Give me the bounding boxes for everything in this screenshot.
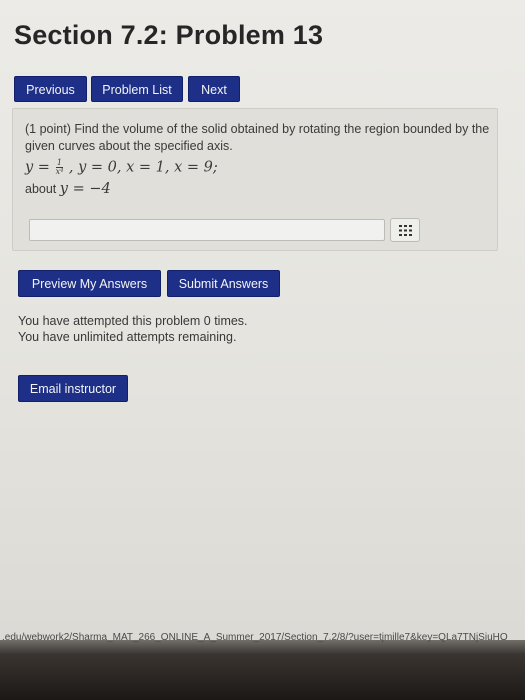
status-url: .edu/webwork2/Sharma_MAT_266_ONLINE_A_Su…: [2, 632, 508, 643]
equation-rest: , y = 0, x = 1, x = 9;: [68, 159, 218, 176]
page-title: Section 7.2: Problem 13: [14, 20, 324, 50]
fraction-denominator: x⁴: [55, 167, 64, 176]
answer-input[interactable]: [29, 219, 385, 241]
attempts-count: You have attempted this problem 0 times.: [18, 314, 248, 328]
email-instructor-button[interactable]: Email instructor: [18, 375, 128, 402]
problem-panel: (1 point) Find the volume of the solid o…: [12, 108, 498, 251]
axis-equation: y = −4: [59, 181, 111, 197]
attempts-info: You have attempted this problem 0 times.…: [18, 313, 248, 345]
submit-answers-button[interactable]: Submit Answers: [167, 270, 280, 297]
fraction: 1 x⁴: [55, 159, 64, 176]
attempts-remaining: You have unlimited attempts remaining.: [18, 330, 237, 344]
screen-bezel: [0, 655, 525, 700]
problem-statement-text: Find the volume of the solid obtained by…: [25, 122, 490, 153]
curves-equation: y = 1 x⁴ , y = 0, x = 1, x = 9;: [25, 159, 218, 176]
equation-editor-button[interactable]: [390, 218, 420, 242]
problem-statement: (1 point) Find the volume of the solid o…: [25, 121, 490, 155]
preview-answers-button[interactable]: Preview My Answers: [18, 270, 161, 297]
next-button[interactable]: Next: [188, 76, 240, 102]
problem-points: (1 point): [25, 122, 71, 136]
webwork-page: Section 7.2: Problem 13 Previous Problem…: [0, 0, 525, 643]
equation-y: y =: [25, 159, 50, 176]
axis-line: about y = −4: [25, 181, 111, 197]
grid-icon: [399, 225, 412, 236]
previous-button[interactable]: Previous: [14, 76, 87, 102]
about-label: about: [25, 182, 57, 196]
problem-list-button[interactable]: Problem List: [91, 76, 183, 102]
